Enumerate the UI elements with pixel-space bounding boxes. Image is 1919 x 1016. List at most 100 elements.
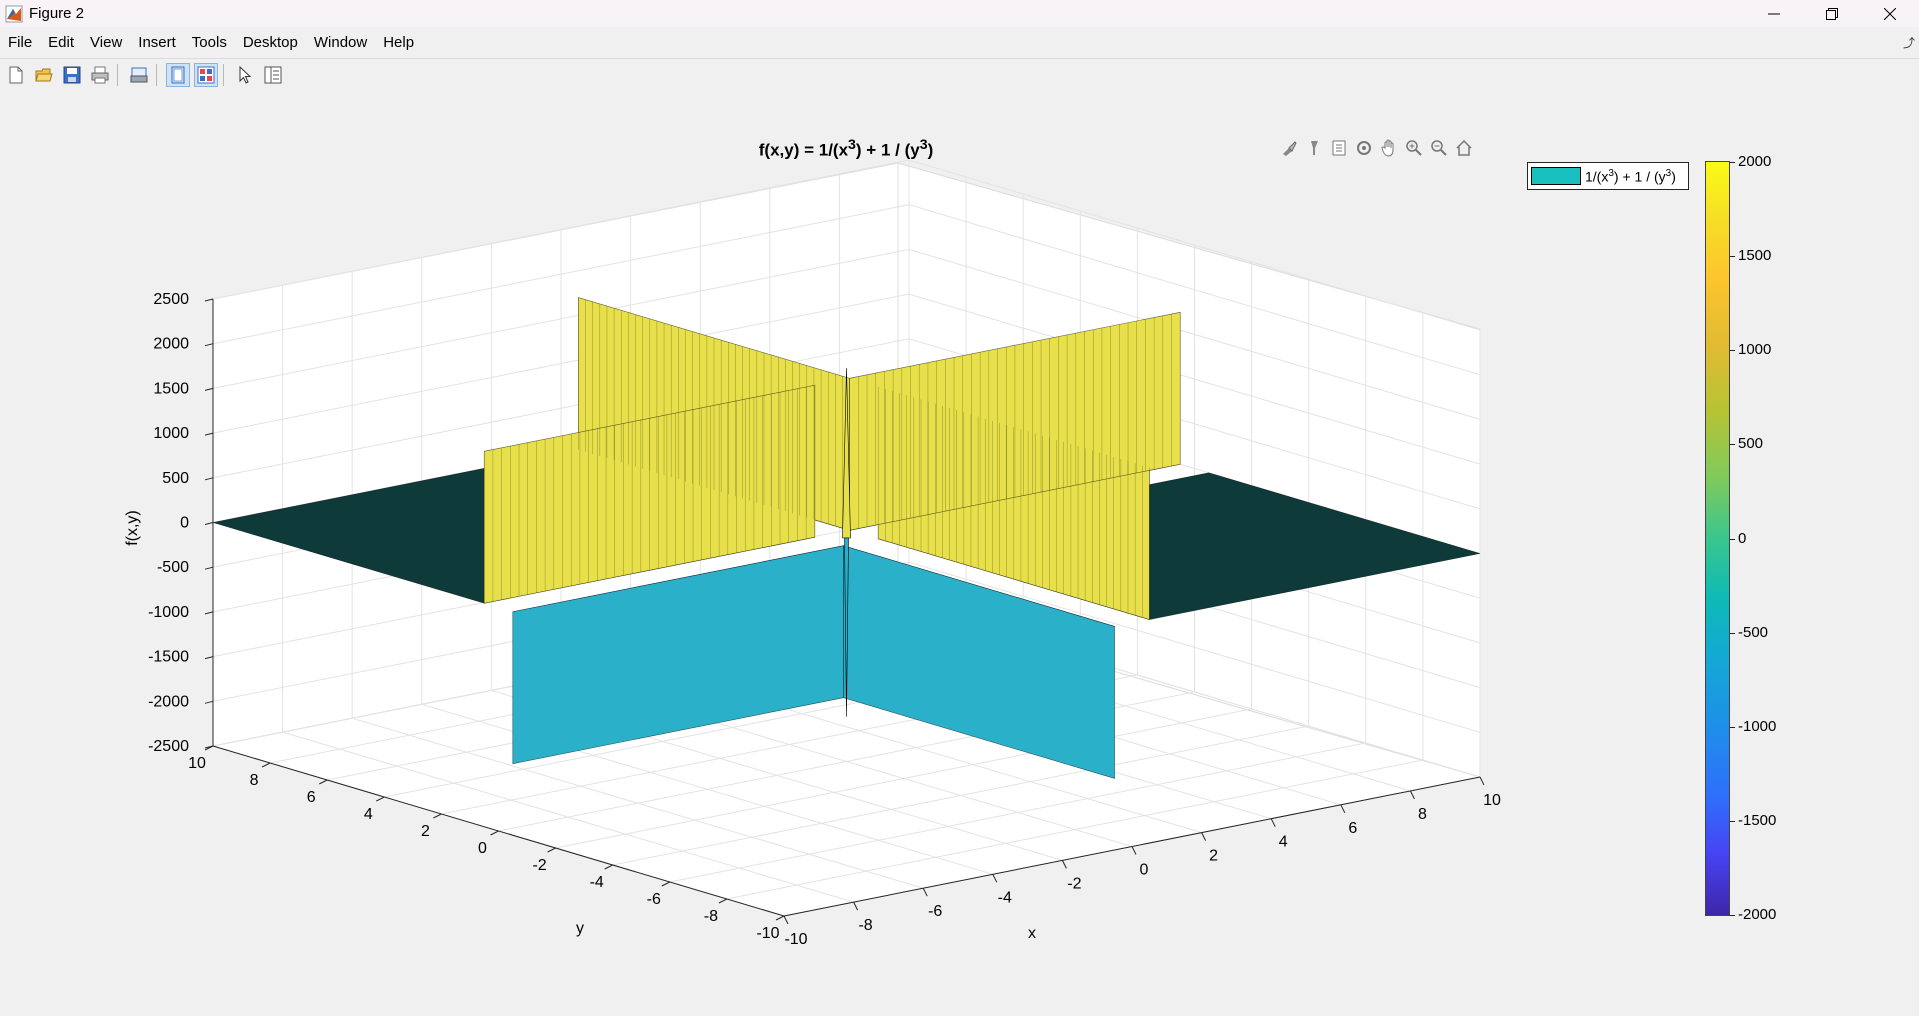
home-icon bbox=[1456, 139, 1472, 156]
z-axis-label: f(x,y) bbox=[124, 510, 141, 546]
x-tick-label: 8 bbox=[1418, 806, 1427, 823]
zoom-in-button[interactable] bbox=[1403, 137, 1425, 159]
x-tick bbox=[1340, 804, 1346, 814]
colorbar-tick bbox=[1730, 256, 1735, 258]
x-tick bbox=[1131, 846, 1137, 855]
colorbar-gradient bbox=[1705, 161, 1730, 916]
y-tick-label: 6 bbox=[307, 789, 316, 806]
x-tick-label: -6 bbox=[928, 903, 942, 920]
y-tick bbox=[261, 762, 271, 768]
y-tick-label: -6 bbox=[647, 891, 661, 908]
colorbar-tick bbox=[1730, 350, 1735, 352]
hand-icon bbox=[1381, 139, 1394, 157]
colorbar-tick-label: -2000 bbox=[1738, 906, 1777, 923]
colorbar-tick-label: 0 bbox=[1738, 529, 1747, 547]
y-tick-label: -8 bbox=[704, 908, 718, 925]
colorbar-tick-label: -1500 bbox=[1738, 811, 1777, 829]
z-tick-label: 1500 bbox=[153, 380, 189, 397]
title-part: ) + 1 / (y bbox=[855, 140, 920, 160]
x-tick-label: -8 bbox=[858, 917, 872, 934]
zoom-in-icon bbox=[1406, 140, 1422, 156]
z-tick-label: -2500 bbox=[148, 738, 189, 755]
z-tick bbox=[204, 298, 214, 302]
z-tick bbox=[204, 477, 214, 481]
z-tick bbox=[204, 387, 214, 391]
z-tick bbox=[204, 700, 214, 704]
x-tick bbox=[1409, 790, 1415, 800]
z-tick-label: -1000 bbox=[148, 604, 189, 621]
y-tick bbox=[718, 898, 728, 904]
z-tick-label: 2000 bbox=[153, 336, 189, 353]
legend-label: 1/(x3) + 1 / (y3) bbox=[1585, 168, 1676, 185]
z-tick-label: -500 bbox=[157, 559, 189, 576]
colorbar-tick-label: -500 bbox=[1738, 623, 1769, 641]
colorbar-tick-label: 2000 bbox=[1738, 153, 1772, 170]
axes-toolbar bbox=[1278, 137, 1475, 159]
x-axis-label: x bbox=[1028, 925, 1036, 942]
z-tick bbox=[204, 343, 214, 347]
z-tick-label: -2000 bbox=[148, 693, 189, 710]
x-tick-label: 2 bbox=[1209, 848, 1218, 865]
pan-button[interactable] bbox=[1378, 137, 1400, 159]
colorbar-tick bbox=[1730, 726, 1735, 728]
zoom-out-icon bbox=[1431, 140, 1447, 156]
x-tick bbox=[992, 874, 998, 883]
z-tick bbox=[204, 566, 214, 570]
zoom-out-button[interactable] bbox=[1428, 137, 1450, 159]
colorbar-tick-label: 500 bbox=[1738, 435, 1764, 453]
y-tick bbox=[318, 779, 328, 785]
x-tick-label: 6 bbox=[1348, 820, 1357, 837]
z-tick bbox=[204, 432, 214, 436]
title-part: ) bbox=[927, 140, 934, 160]
legend[interactable]: 1/(x3) + 1 / (y3) bbox=[1527, 162, 1689, 190]
x-tick bbox=[853, 901, 859, 911]
y-tick-label: -10 bbox=[756, 925, 779, 942]
x-tick bbox=[1479, 776, 1485, 786]
y-tick bbox=[490, 830, 499, 836]
y-tick bbox=[661, 881, 671, 887]
rotate-3d-button[interactable] bbox=[1353, 137, 1375, 159]
data-tips-button[interactable] bbox=[1303, 137, 1325, 159]
colorbar-tick bbox=[1730, 915, 1735, 916]
legend-text-part: ) bbox=[1671, 168, 1676, 185]
x-tick bbox=[783, 915, 789, 925]
x-tick-label: 0 bbox=[1140, 862, 1149, 879]
colorbar-tick bbox=[1730, 538, 1735, 540]
x-tick-label: -2 bbox=[1067, 875, 1081, 892]
title-superscript: 3 bbox=[919, 137, 928, 153]
brush-button[interactable] bbox=[1278, 137, 1300, 159]
z-tick-label: -1500 bbox=[148, 649, 189, 666]
rotate-icon bbox=[1357, 141, 1371, 155]
y-tick-label: 8 bbox=[250, 772, 259, 789]
export-icon bbox=[1332, 140, 1346, 156]
legend-swatch bbox=[1531, 167, 1581, 185]
export-button[interactable] bbox=[1328, 137, 1350, 159]
y-tick-label: 4 bbox=[364, 806, 373, 823]
z-tick bbox=[204, 656, 214, 660]
brush-icon bbox=[1283, 141, 1297, 156]
z-tick bbox=[204, 611, 214, 615]
title-part: f(x,y) = 1/(x bbox=[758, 140, 849, 160]
y-tick bbox=[376, 796, 385, 802]
x-tick-label: 4 bbox=[1279, 834, 1288, 851]
colorbar-tick bbox=[1730, 820, 1735, 822]
colorbar-tick-label: 1500 bbox=[1738, 247, 1772, 265]
z-tick-label: 1000 bbox=[153, 425, 189, 442]
y-tick-label: -2 bbox=[532, 857, 546, 874]
title-superscript: 3 bbox=[848, 137, 856, 153]
z-tick bbox=[204, 522, 214, 525]
y-tick bbox=[604, 864, 613, 870]
x-tick-label: 10 bbox=[1483, 792, 1501, 809]
data-tip-icon bbox=[1311, 141, 1318, 155]
legend-text-part: 1/(x bbox=[1585, 168, 1609, 185]
y-tick-label: -4 bbox=[590, 874, 604, 891]
z-tick-label: 0 bbox=[180, 515, 189, 532]
restore-view-button[interactable] bbox=[1453, 137, 1475, 159]
y-tick-label: 10 bbox=[188, 755, 206, 772]
z-tick-label: 2500 bbox=[153, 291, 189, 308]
y-tick bbox=[433, 813, 442, 819]
x-tick bbox=[1270, 818, 1276, 827]
colorbar-tick-label: 1000 bbox=[1738, 341, 1772, 359]
x-tick bbox=[1061, 860, 1067, 869]
y-tick bbox=[775, 915, 785, 921]
